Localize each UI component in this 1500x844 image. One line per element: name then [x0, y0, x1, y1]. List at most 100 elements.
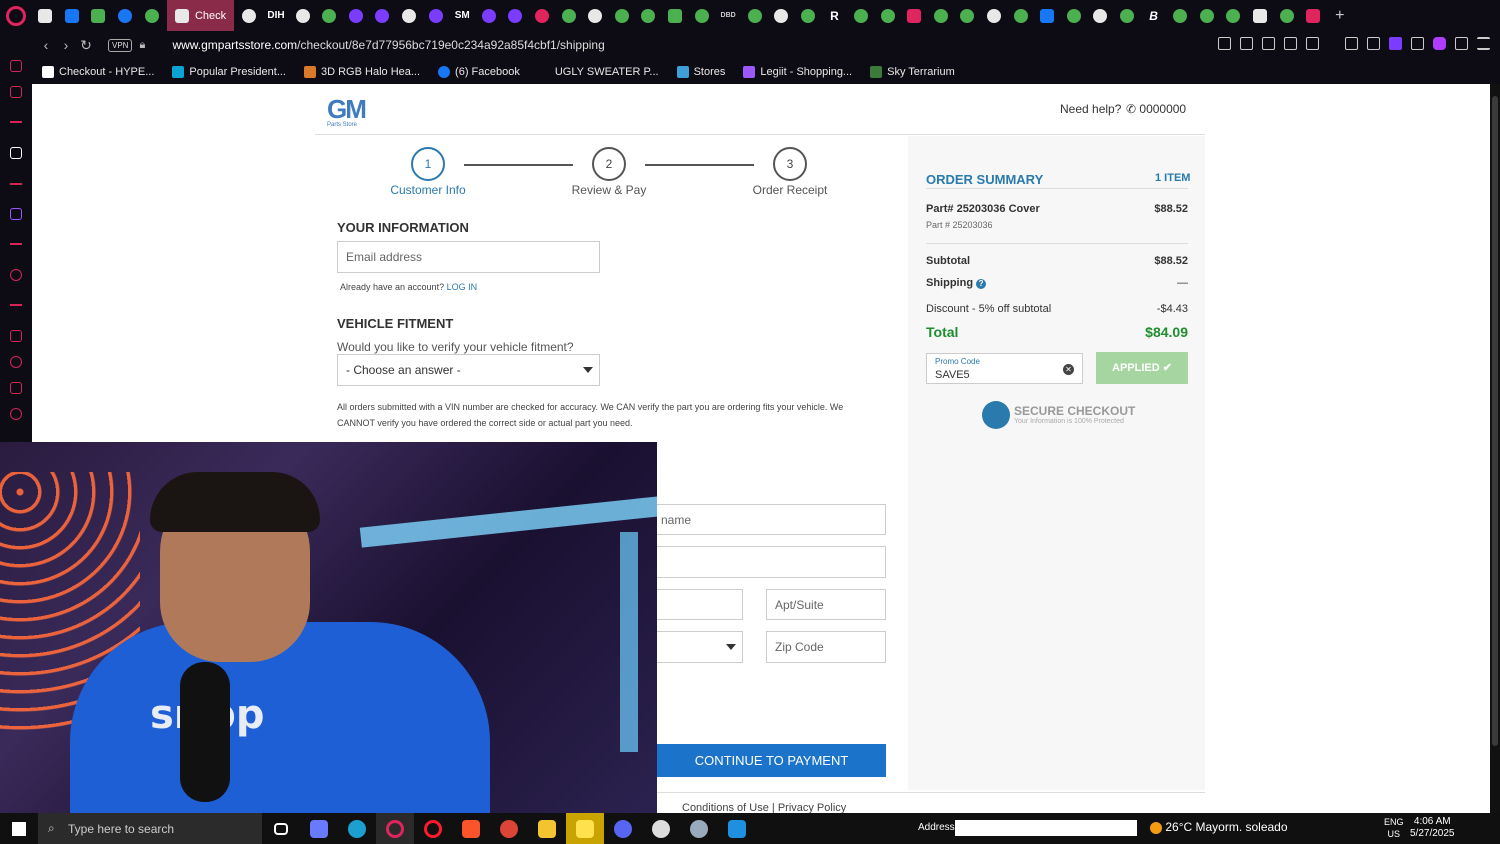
copilot-icon[interactable] — [300, 813, 338, 844]
tab-favicon[interactable] — [928, 0, 955, 31]
lock-icon[interactable]: 🔒︎ — [132, 39, 152, 52]
tab-favicon[interactable] — [1247, 0, 1274, 31]
extension-icon[interactable] — [1367, 37, 1380, 50]
xbox-icon[interactable] — [642, 813, 680, 844]
download-icon[interactable] — [1455, 37, 1468, 50]
phone-link[interactable]: ✆ 0000000 — [1126, 102, 1186, 116]
tab-favicon[interactable] — [1007, 0, 1034, 31]
tab-favicon[interactable] — [688, 0, 715, 31]
tab-favicon[interactable] — [529, 0, 556, 31]
promo-code-input[interactable]: Promo Code SAVE5 ✕ — [926, 353, 1083, 384]
tab-favicon[interactable] — [848, 0, 875, 31]
tab-favicon[interactable] — [555, 0, 582, 31]
history-icon[interactable] — [10, 356, 22, 368]
sidebar-app-icon[interactable] — [10, 86, 22, 98]
tab-favicon[interactable] — [874, 0, 901, 31]
tab-favicon[interactable] — [502, 0, 529, 31]
file-explorer-icon[interactable] — [528, 813, 566, 844]
task-view-icon[interactable] — [262, 813, 300, 844]
adblock-icon[interactable] — [1262, 37, 1275, 50]
bookmark-item[interactable]: 3D RGB Halo Hea... — [304, 65, 420, 78]
bookmark-icon[interactable] — [1218, 37, 1231, 50]
tab-favicon[interactable] — [582, 0, 609, 31]
apt-suite-field[interactable]: Apt/Suite — [766, 589, 886, 620]
photos-icon[interactable] — [718, 813, 756, 844]
new-tab-plus-icon[interactable]: + — [1327, 0, 1354, 31]
heart-icon[interactable] — [1306, 37, 1319, 50]
tab-favicon[interactable]: B — [1140, 0, 1167, 31]
tab-favicon[interactable] — [1087, 0, 1114, 31]
tab-favicon[interactable] — [1167, 0, 1194, 31]
tab-favicon[interactable] — [1034, 0, 1061, 31]
start-button[interactable] — [0, 813, 38, 844]
bookmark-item[interactable]: Legiit - Shopping... — [743, 65, 852, 78]
url-field[interactable]: www.gmpartsstore.com/checkout/8e7d77956b… — [172, 38, 604, 52]
tab-favicon[interactable] — [476, 0, 503, 31]
back-arrow-icon[interactable]: ‹ — [36, 37, 56, 53]
tab-favicon[interactable] — [795, 0, 822, 31]
taskbar-search[interactable]: ⌕ Type here to search — [38, 813, 262, 844]
player-icon[interactable] — [10, 269, 22, 281]
tab-favicon[interactable] — [1194, 0, 1221, 31]
sticky-notes-icon[interactable] — [566, 813, 604, 844]
tab-favicon[interactable] — [1061, 0, 1088, 31]
tab-favicon[interactable] — [768, 0, 795, 31]
tab-favicon[interactable] — [1300, 0, 1327, 31]
opera-logo-icon[interactable] — [6, 6, 26, 26]
tab-favicon[interactable] — [236, 0, 263, 31]
forward-arrow-icon[interactable]: › — [56, 37, 76, 53]
bookmark-item[interactable]: (6) Facebook — [438, 65, 520, 78]
tab-favicon[interactable] — [1114, 0, 1141, 31]
bookmark-item[interactable]: Popular President... — [172, 65, 286, 78]
clear-promo-icon[interactable]: ✕ — [1063, 364, 1074, 375]
profile-avatar-icon[interactable] — [1433, 37, 1446, 50]
heart-icon[interactable] — [10, 330, 22, 342]
snapshot-icon[interactable] — [1240, 37, 1253, 50]
menu-icon[interactable] — [1477, 37, 1490, 50]
twitch-icon[interactable] — [10, 208, 22, 220]
settings-gear-icon[interactable] — [10, 408, 22, 420]
bookmark-item[interactable]: UGLY SWEATER P... — [537, 65, 659, 78]
tab-favicon[interactable] — [32, 0, 59, 31]
zip-code-field[interactable]: Zip Code — [766, 631, 886, 663]
extensions-icon[interactable] — [10, 382, 22, 394]
chrome-icon[interactable] — [490, 813, 528, 844]
tab-favicon[interactable] — [635, 0, 662, 31]
tab-favicon[interactable] — [396, 0, 423, 31]
edge-icon[interactable] — [338, 813, 376, 844]
discord-icon[interactable] — [604, 813, 642, 844]
tab-favicon[interactable] — [1220, 0, 1247, 31]
tab-favicon[interactable] — [59, 0, 86, 31]
sidebar-app-icon[interactable] — [10, 60, 22, 72]
scrollbar-thumb[interactable] — [1492, 96, 1498, 746]
fitment-select[interactable]: - Choose an answer - — [337, 354, 600, 386]
weather-widget[interactable]: 26°C Mayorm. soleado — [1150, 820, 1288, 834]
tab-favicon[interactable] — [138, 0, 165, 31]
tab-favicon[interactable]: DIH — [263, 0, 290, 31]
tab-favicon[interactable] — [981, 0, 1008, 31]
language-indicator[interactable]: ENG US — [1384, 816, 1404, 840]
tab-favicon[interactable] — [954, 0, 981, 31]
bookmark-item[interactable]: Stores — [676, 65, 725, 78]
tab-favicon[interactable]: R — [821, 0, 848, 31]
applied-button[interactable]: APPLIED ✔ — [1096, 352, 1188, 384]
sidebar-app-icon[interactable] — [10, 147, 22, 159]
help-question-icon[interactable]: ? — [976, 279, 987, 289]
tab-favicon[interactable] — [289, 0, 316, 31]
bookmark-item[interactable]: Checkout - HYPE... — [42, 65, 154, 78]
tab-favicon[interactable] — [112, 0, 139, 31]
address-toolbar-input[interactable] — [955, 820, 1137, 836]
tab-active[interactable]: Check — [166, 0, 235, 31]
tab-favicon[interactable] — [422, 0, 449, 31]
steam-icon[interactable] — [680, 813, 718, 844]
extension-icon[interactable] — [1389, 37, 1402, 50]
tab-favicon[interactable] — [741, 0, 768, 31]
tab-favicon[interactable] — [85, 0, 112, 31]
tab-favicon[interactable] — [343, 0, 370, 31]
tab-favicon[interactable]: DBD — [715, 0, 742, 31]
play-icon[interactable] — [1284, 37, 1297, 50]
vpn-badge[interactable]: VPN — [108, 38, 133, 52]
gm-parts-store-logo[interactable]: GM Parts Store — [327, 96, 367, 128]
puzzle-icon[interactable] — [1411, 37, 1424, 50]
opera-gx-icon[interactable] — [376, 813, 414, 844]
